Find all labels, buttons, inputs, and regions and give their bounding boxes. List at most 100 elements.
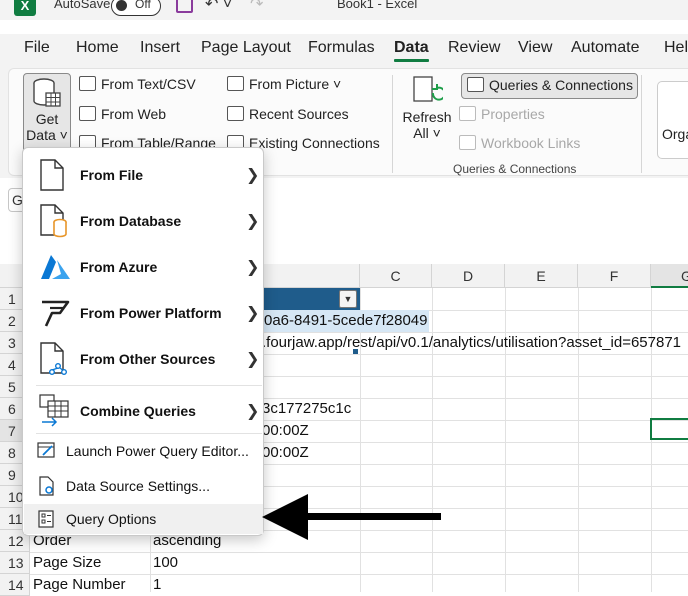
chevron-right-icon: ❯ [246,305,260,322]
organization-data-types-button[interactable]: Orga [657,81,688,159]
from-picture-button[interactable]: From Picture ˅ [227,76,341,92]
tab-insert[interactable]: Insert [140,39,180,57]
from-web-label: From Web [101,106,167,122]
cell-value[interactable]: 0a6-8491-5cede7f28049 [262,310,430,332]
file-icon [40,159,64,191]
group-separator [641,75,642,173]
workbook-links-button[interactable]: Workbook Links [459,135,580,151]
chevron-right-icon: ❯ [246,351,260,368]
link-icon [459,135,476,150]
menu-item-from-azure[interactable]: From Azure ❯ [24,246,263,288]
redo-icon[interactable]: ↷ [250,0,263,14]
power-platform-icon [42,300,70,327]
menu-item-launch-power-query-editor[interactable]: Launch Power Query Editor... [24,437,263,465]
refresh-icon [413,76,443,102]
from-text-csv-label: From Text/CSV [101,76,196,92]
queries-connections-inner: Queries & Connections [467,77,633,93]
row-header[interactable]: 14 [0,574,30,596]
recent-sources-label: Recent Sources [249,106,349,122]
menu-item-combine-queries[interactable]: Combine Queries ❯ [24,390,263,430]
column-header-c[interactable]: C [360,264,432,288]
menu-item-from-power-platform[interactable]: From Power Platform ❯ [24,292,263,334]
refresh-label-2: All ˅ [413,125,441,141]
column-header-g[interactable]: G [651,264,688,288]
get-data-label-1: Get [35,111,59,127]
menu-item-data-source-settings[interactable]: Data Source Settings... [24,472,263,500]
from-file-label: From File [80,167,144,183]
cell-value[interactable]: Page Size [33,552,101,574]
properties-label: Properties [481,106,545,122]
tab-view[interactable]: View [518,39,552,57]
tab-automate[interactable]: Automate [571,39,639,57]
menu-item-from-file[interactable]: From File ❯ [24,154,263,196]
properties-icon [459,106,476,121]
annotation-arrow-shaft [300,513,441,520]
from-power-platform-label: From Power Platform [80,305,222,321]
autosave-label: AutoSave [54,0,111,11]
menu-separator [36,433,262,434]
from-database-label: From Database [80,213,182,229]
menu-item-from-database[interactable]: From Database ❯ [24,200,263,242]
undo-icon[interactable]: ↶ ˅ [205,0,232,14]
cell-value[interactable]: 3c177275c1c [262,398,351,420]
cell-value[interactable]: 100 [153,552,178,574]
other-sources-icon [40,342,68,376]
tab-data[interactable]: Data [394,39,429,62]
chevron-right-icon: ❯ [246,213,260,230]
cell-value[interactable]: 00:00Z [262,442,309,464]
grid-line [30,574,688,575]
refresh-all-button[interactable]: Refresh All ˅ [401,73,453,153]
recent-sources-button[interactable]: Recent Sources [227,106,349,122]
group-separator [392,75,393,173]
filter-dropdown-icon[interactable]: ▼ [339,290,357,308]
tab-review[interactable]: Review [448,39,500,57]
get-data-button[interactable]: Get Data ˅ [23,73,71,153]
combine-queries-icon [39,394,69,427]
chevron-right-icon: ❯ [246,167,260,184]
chevron-right-icon: ❯ [246,403,260,420]
queries-group-label: Queries & Connections [453,162,577,176]
document-title: Book1 - Excel [337,0,418,11]
from-text-csv-button[interactable]: From Text/CSV [79,76,196,92]
data-source-settings-label: Data Source Settings... [66,478,210,494]
from-azure-label: From Azure [80,259,158,275]
database-icon [33,78,61,107]
organization-label: Orga [662,126,688,142]
autosave-toggle[interactable]: Off [111,0,161,16]
ribbon-tabs: File Home Insert Page Layout Formulas Da… [0,34,688,64]
picture-icon [227,76,244,91]
menu-separator [36,385,262,386]
tab-formulas[interactable]: Formulas [308,39,375,57]
query-options-icon [38,510,54,528]
queries-connections-label: Queries & Connections [489,77,633,93]
from-picture-label: From Picture ˅ [249,76,342,92]
web-icon [79,106,96,121]
active-cell-selection [650,418,688,440]
tab-page-layout[interactable]: Page Layout [201,39,291,57]
cell-value[interactable]: Page Number [33,574,126,596]
grid-line [30,552,688,553]
data-source-settings-icon [39,476,54,496]
properties-button[interactable]: Properties [459,106,545,122]
cell-value[interactable]: 1 [153,574,161,596]
column-header-d[interactable]: D [432,264,505,288]
tab-home[interactable]: Home [76,39,119,57]
row-header[interactable]: 13 [0,552,30,574]
column-header-e[interactable]: E [505,264,578,288]
tab-help[interactable]: Hel [664,39,688,57]
combine-queries-label: Combine Queries [80,403,196,419]
menu-item-query-options[interactable]: Query Options [24,504,263,534]
from-web-button[interactable]: From Web [79,106,166,122]
column-header-f[interactable]: F [578,264,651,288]
tab-file[interactable]: File [24,39,50,57]
cell-value[interactable]: .fourjaw.app/rest/api/v0.1/analytics/uti… [262,332,681,354]
menu-item-from-other-sources[interactable]: From Other Sources ❯ [24,338,263,380]
clock-icon [227,106,244,121]
autosave-state: Off [135,0,151,11]
database-file-icon [40,204,67,238]
cell-value[interactable]: 00:00Z [262,420,309,442]
excel-logo-icon: X [14,0,36,16]
queries-connections-button[interactable]: Queries & Connections [461,73,638,99]
save-icon[interactable] [176,0,193,13]
table-resize-handle[interactable] [353,349,358,354]
